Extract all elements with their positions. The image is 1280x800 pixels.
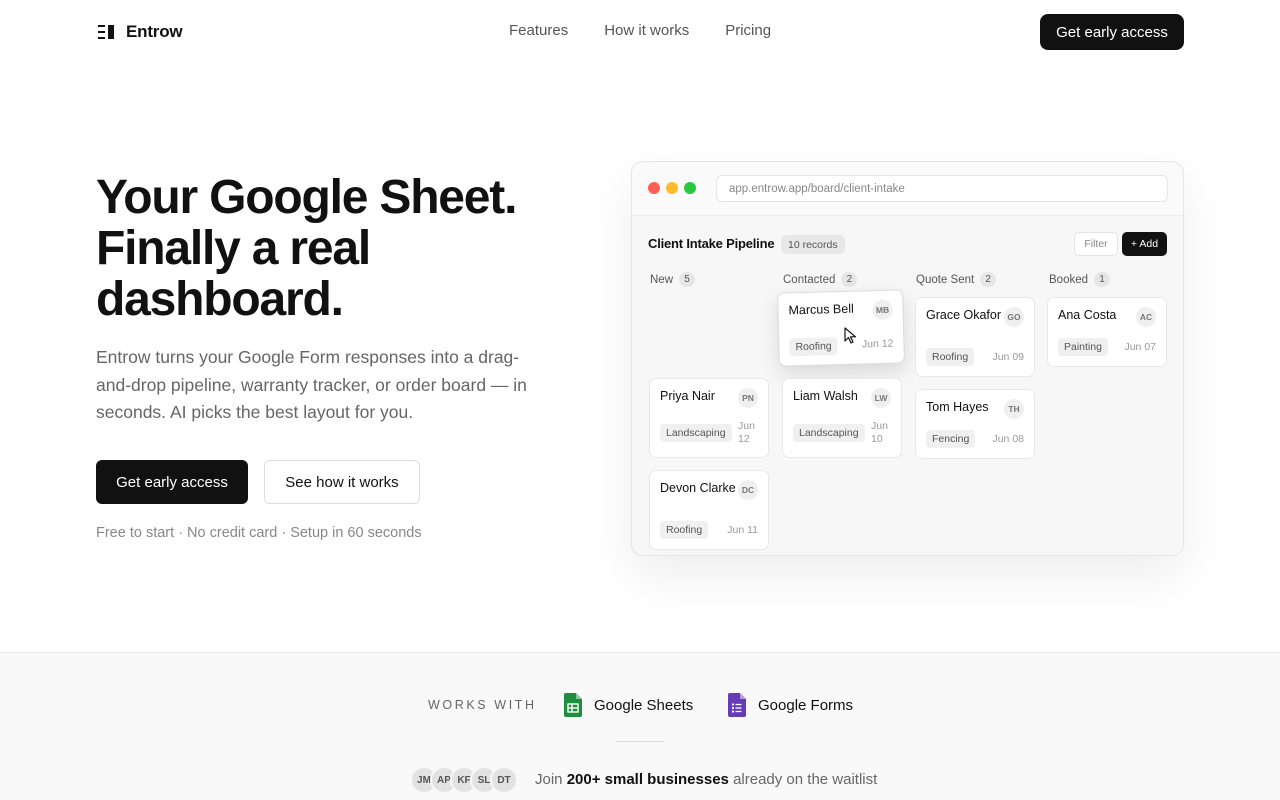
card-name: Grace Okafor bbox=[926, 308, 1002, 322]
see-how-it-works-button[interactable]: See how it works bbox=[264, 460, 420, 504]
entrow-logo-icon bbox=[96, 23, 116, 41]
card-name: Liam Walsh bbox=[793, 389, 858, 403]
card-name: Tom Hayes bbox=[926, 400, 989, 414]
browser-bar: app.entrow.app/board/client-intake bbox=[632, 162, 1183, 216]
card-tag: Roofing bbox=[789, 337, 838, 357]
card-tag: Landscaping bbox=[660, 424, 732, 442]
top-nav: Entrow Features How it works Pricing Get… bbox=[0, 0, 1280, 64]
card-name: Devon Clarke bbox=[660, 481, 736, 495]
card-name: Marcus Bell bbox=[788, 301, 854, 318]
divider bbox=[616, 741, 664, 742]
column-name: Quote Sent bbox=[916, 273, 975, 286]
hero-subtitle: Entrow turns your Google Form responses … bbox=[96, 347, 527, 422]
hero-title-line: Finally a real bbox=[96, 222, 371, 275]
join-suffix: already on the waitlist bbox=[733, 771, 878, 788]
card-name: Ana Costa bbox=[1058, 308, 1117, 322]
integration-google-forms: Google Forms bbox=[728, 693, 853, 717]
card-date: Jun 12 bbox=[738, 420, 755, 445]
column-count: 5 bbox=[679, 272, 696, 287]
brand-logo[interactable]: Entrow bbox=[96, 20, 183, 44]
get-early-access-button[interactable]: Get early access bbox=[96, 460, 248, 504]
hero-note: Free to start · No credit card · Setup i… bbox=[96, 525, 422, 541]
avatar: DC bbox=[738, 480, 758, 500]
nav-get-early-access-button[interactable]: Get early access bbox=[1040, 14, 1184, 50]
card-tag: Fencing bbox=[926, 430, 976, 448]
join-count: 200+ small businesses bbox=[566, 771, 729, 788]
records-badge: 10 records bbox=[781, 235, 845, 254]
card-marcus-bell[interactable]: Marcus Bell MB Roofing Jun 12 bbox=[777, 289, 905, 367]
column-header-contacted: Contacted 2 bbox=[783, 272, 858, 287]
hero-title-line: dashboard. bbox=[96, 273, 344, 326]
column-header-booked: Booked 1 bbox=[1049, 272, 1111, 287]
card-tag: Roofing bbox=[660, 521, 709, 539]
google-sheets-icon bbox=[564, 693, 582, 717]
column-name: Booked bbox=[1049, 273, 1089, 286]
avatar: MB bbox=[872, 299, 893, 321]
card-priya-nair[interactable]: Priya Nair PN Landscaping Jun 12 bbox=[649, 378, 769, 458]
card-tag: Landscaping bbox=[793, 424, 865, 442]
join-prefix: Join bbox=[535, 771, 563, 788]
nav-link-how-it-works[interactable]: How it works bbox=[604, 22, 689, 39]
card-date: Jun 07 bbox=[1124, 341, 1156, 353]
avatar: TH bbox=[1004, 399, 1024, 419]
avatar: LW bbox=[871, 388, 891, 408]
column-header-quote-sent: Quote Sent 2 bbox=[916, 272, 997, 287]
card-devon-clarke[interactable]: Devon Clarke DC Roofing Jun 11 bbox=[649, 470, 769, 550]
google-forms-icon bbox=[728, 693, 746, 717]
waitlist-text: Join 200+ small businesses already on th… bbox=[535, 771, 877, 788]
nav-links: Features How it works Pricing bbox=[509, 22, 771, 39]
avatar: GO bbox=[1004, 307, 1024, 327]
card-grace-okafor[interactable]: Grace Okafor GO Roofing Jun 09 bbox=[915, 297, 1035, 377]
card-name: Priya Nair bbox=[660, 389, 715, 403]
column-header-new: New 5 bbox=[650, 272, 696, 287]
card-date: Jun 08 bbox=[992, 433, 1024, 445]
maximize-dot-icon bbox=[684, 182, 696, 194]
integration-name: Google Sheets bbox=[594, 696, 694, 714]
nav-link-pricing[interactable]: Pricing bbox=[725, 22, 771, 39]
card-tom-hayes[interactable]: Tom Hayes TH Fencing Jun 08 bbox=[915, 389, 1035, 459]
nav-link-features[interactable]: Features bbox=[509, 22, 568, 39]
add-button[interactable]: + Add bbox=[1122, 232, 1167, 256]
app-preview-window: app.entrow.app/board/client-intake Clien… bbox=[631, 161, 1184, 556]
column-name: Contacted bbox=[783, 273, 836, 286]
column-name: New bbox=[650, 273, 674, 286]
mouse-cursor-icon bbox=[844, 327, 857, 344]
column-count: 2 bbox=[841, 272, 858, 287]
card-date: Jun 12 bbox=[861, 337, 894, 351]
filter-button[interactable]: Filter bbox=[1074, 232, 1118, 256]
board-title: Client Intake Pipeline bbox=[648, 236, 775, 251]
card-liam-walsh[interactable]: Liam Walsh LW Landscaping Jun 10 bbox=[782, 378, 902, 458]
column-count: 2 bbox=[980, 272, 997, 287]
card-tag: Painting bbox=[1058, 338, 1108, 356]
card-date: Jun 09 bbox=[992, 351, 1024, 363]
column-count: 1 bbox=[1094, 272, 1111, 287]
minimize-dot-icon bbox=[666, 182, 678, 194]
url-bar: app.entrow.app/board/client-intake bbox=[716, 175, 1168, 202]
works-with-label: WORKS WITH bbox=[428, 698, 537, 712]
card-tag: Roofing bbox=[926, 348, 975, 366]
close-dot-icon bbox=[648, 182, 660, 194]
card-date: Jun 11 bbox=[727, 524, 758, 536]
integration-name: Google Forms bbox=[758, 696, 854, 714]
avatar: AC bbox=[1136, 307, 1156, 327]
avatar: DT bbox=[490, 766, 518, 794]
card-date: Jun 10 bbox=[871, 420, 888, 445]
hero-title: Your Google Sheet. Finally a real dashbo… bbox=[96, 172, 596, 325]
avatar: PN bbox=[738, 388, 758, 408]
card-ana-costa[interactable]: Ana Costa AC Painting Jun 07 bbox=[1047, 297, 1167, 367]
hero-title-line: Your Google Sheet. bbox=[96, 171, 517, 224]
brand-name: Entrow bbox=[126, 22, 183, 41]
integration-google-sheets: Google Sheets bbox=[564, 693, 693, 717]
